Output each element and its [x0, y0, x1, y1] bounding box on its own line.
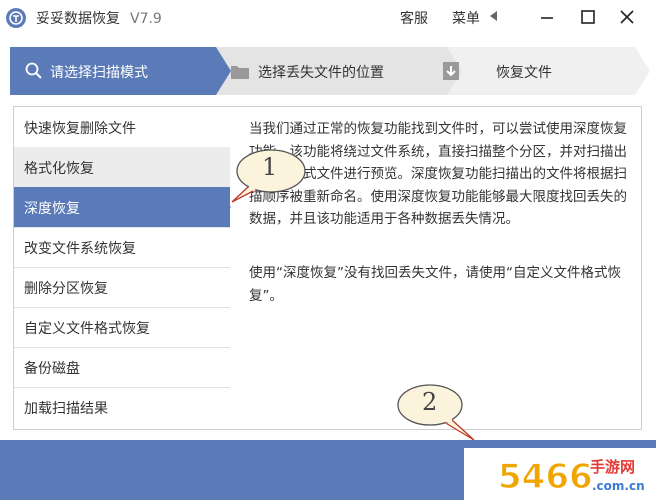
scan-mode-list: 快速恢复删除文件 格式化恢复 深度恢复 改变文件系统恢复 删除分区恢复 自定义文… — [13, 106, 233, 430]
mode-custom-format-recover[interactable]: 自定义文件格式恢复 — [14, 307, 230, 348]
mode-label: 加载扫描结果 — [24, 401, 108, 417]
callout-2-number: 2 — [422, 388, 438, 416]
watermark-logo: 5466 手游网 .com.cn — [496, 452, 654, 497]
app-title: 妥妥数据恢复 V7.9 — [36, 8, 162, 28]
step-progress-bar: 请选择扫描模式 选择丢失文件的位置 恢复文件 — [10, 47, 650, 95]
title-bar: 妥妥数据恢复 V7.9 客服 菜单 — [0, 0, 656, 36]
mode-label: 自定义文件格式恢复 — [24, 321, 150, 337]
mode-change-filesystem-recover[interactable]: 改变文件系统恢复 — [14, 227, 230, 268]
mode-deep-recover[interactable]: 深度恢复 — [14, 187, 230, 228]
maximize-icon — [581, 10, 595, 24]
maximize-button[interactable] — [573, 4, 603, 30]
mode-quick-recover[interactable]: 快速恢复删除文件 — [14, 107, 230, 148]
svg-text:.com.cn: .com.cn — [592, 479, 645, 493]
app-name: 妥妥数据恢复 — [36, 11, 120, 27]
menu-arrow-icon[interactable] — [490, 11, 497, 21]
minimize-icon — [541, 17, 553, 19]
app-logo-icon — [6, 8, 26, 28]
mode-backup-disk[interactable]: 备份磁盘 — [14, 347, 230, 388]
mode-label: 备份磁盘 — [24, 361, 80, 377]
mode-load-scan-results[interactable]: 加载扫描结果 — [14, 387, 230, 427]
mode-deleted-partition-recover[interactable]: 删除分区恢复 — [14, 267, 230, 308]
step2-label: 选择丢失文件的位置 — [258, 65, 384, 81]
customer-service-link[interactable]: 客服 — [400, 8, 428, 28]
callout-2: 2 — [394, 382, 484, 444]
description-paragraph-2: 使用“深度恢复”没有找回丢失文件，请使用“自定义文件格式恢复”。 — [249, 265, 621, 304]
minimize-button[interactable] — [532, 4, 562, 30]
callout-1: 1 — [228, 146, 312, 208]
step1-label: 请选择扫描模式 — [50, 65, 148, 81]
mode-format-recover[interactable]: 格式化恢复 — [14, 147, 230, 188]
close-icon — [620, 10, 634, 24]
svg-text:5466: 5466 — [498, 457, 593, 496]
mode-label: 快速恢复删除文件 — [24, 121, 136, 137]
mode-label: 改变文件系统恢复 — [24, 241, 136, 257]
callout-1-number: 1 — [262, 153, 278, 181]
app-version: V7.9 — [130, 11, 162, 27]
menu-button[interactable]: 菜单 — [452, 8, 480, 28]
svg-text:手游网: 手游网 — [590, 458, 635, 476]
mode-label: 深度恢复 — [24, 201, 80, 217]
step3-label: 恢复文件 — [496, 65, 552, 81]
mode-label: 删除分区恢复 — [24, 281, 108, 297]
mode-label: 格式化恢复 — [24, 161, 94, 177]
close-button[interactable] — [612, 4, 642, 30]
